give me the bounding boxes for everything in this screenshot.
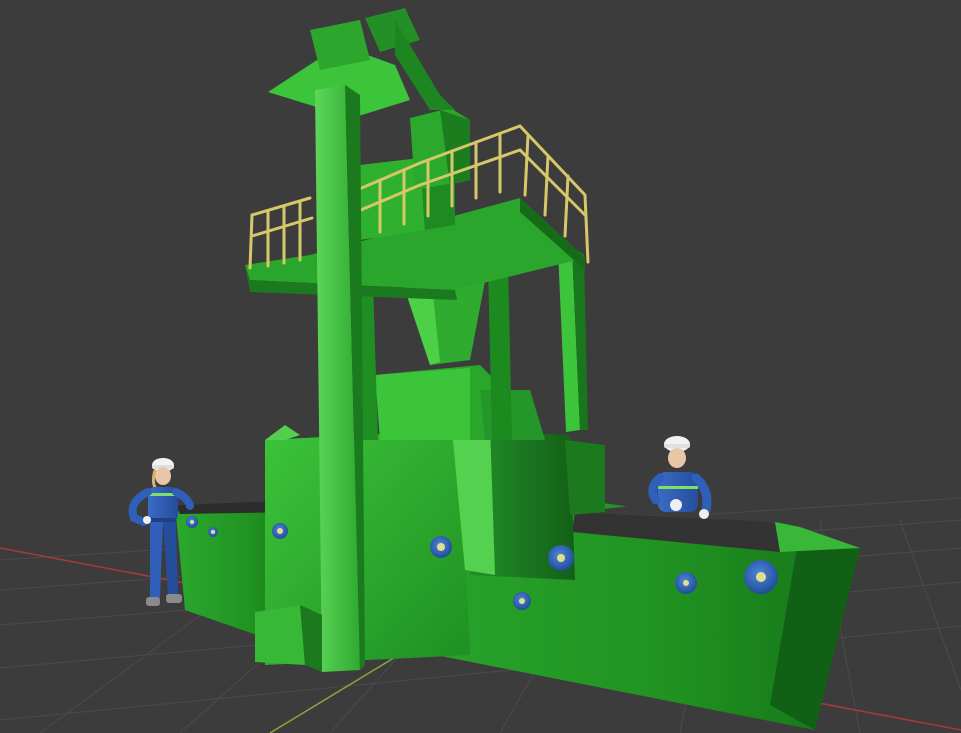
bolt-icon	[744, 560, 778, 594]
worker-right	[648, 436, 712, 519]
bolt-icon	[208, 527, 218, 537]
bolt-icon	[272, 523, 288, 539]
scene-render	[0, 8, 961, 733]
bolt-icon	[513, 592, 531, 610]
bolt-icon	[548, 545, 574, 571]
bolt-icon	[186, 516, 198, 528]
platform-deck	[245, 108, 585, 300]
bolt-icon	[430, 536, 452, 558]
bolt-icon	[675, 572, 697, 594]
3d-viewport[interactable]	[0, 0, 961, 733]
